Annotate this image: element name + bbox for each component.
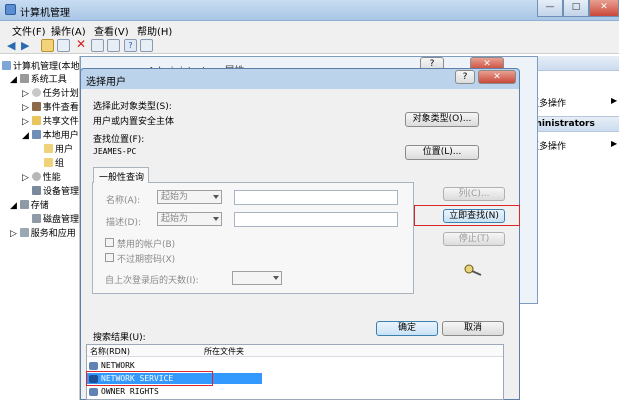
disabled-accounts-checkbox[interactable] xyxy=(105,238,114,247)
tree-item-users[interactable]: 用户 xyxy=(44,142,73,155)
dialog-close-button[interactable]: ✕ xyxy=(478,70,516,84)
tab-common-queries[interactable]: 一般性查询 xyxy=(93,167,149,183)
event-viewer-icon xyxy=(31,102,41,111)
tree-item-groups[interactable]: 组 xyxy=(44,156,64,169)
name-combo[interactable]: 起始为 xyxy=(157,190,222,204)
back-arrow-icon[interactable]: ◀ xyxy=(7,39,15,52)
days-since-logon-label: 自上次登录后的天数(I): xyxy=(105,276,199,286)
column-name-rdn[interactable]: 名称(RDN) xyxy=(90,346,130,357)
tree-item-shared-folders[interactable]: ▷ 共享文件 xyxy=(22,114,79,127)
tree-item-performance[interactable]: ▷ 性能 xyxy=(22,170,61,183)
locations-button[interactable]: 位置(L)... xyxy=(405,145,479,160)
no-expire-checkbox[interactable] xyxy=(105,253,114,262)
description-combo[interactable]: 起始为 xyxy=(157,212,222,226)
help-icon[interactable]: ? xyxy=(124,39,137,52)
console-tree-icon[interactable] xyxy=(57,39,70,52)
app-icon xyxy=(5,4,16,15)
tree-root[interactable]: 计算机管理(本地) xyxy=(2,59,83,72)
description-combo-value: 起始为 xyxy=(161,214,189,224)
menubar xyxy=(0,21,619,36)
tree-item-services[interactable]: ▷ 服务和应用 xyxy=(10,226,76,239)
search-glass-icon xyxy=(463,264,483,276)
days-since-logon-combo[interactable] xyxy=(232,271,282,285)
device-manager-icon xyxy=(32,186,41,195)
group-icon xyxy=(89,362,98,370)
description-input[interactable] xyxy=(234,212,398,227)
columns-button[interactable]: 列(C)... xyxy=(443,187,505,201)
tree-item-device-manager[interactable]: 设备管理 xyxy=(32,184,79,197)
users-icon xyxy=(31,130,41,139)
ok-button[interactable]: 确定 xyxy=(376,321,438,336)
name-combo-value: 起始为 xyxy=(161,192,189,202)
delete-icon[interactable]: ✕ xyxy=(76,37,86,51)
services-icon xyxy=(19,228,29,237)
dialog-title: 选择用户 xyxy=(86,77,126,88)
object-types-button[interactable]: 对象类型(O)... xyxy=(405,112,479,127)
column-folder[interactable]: 所在文件夹 xyxy=(204,346,244,357)
properties-icon[interactable] xyxy=(91,39,104,52)
chevron-down-icon xyxy=(213,195,219,199)
location-value: JEAMES-PC xyxy=(93,147,137,156)
chevron-right-icon: ▶ xyxy=(611,96,618,105)
results-header xyxy=(87,345,503,357)
chevron-down-icon xyxy=(213,217,219,221)
tools-icon xyxy=(19,74,29,83)
folder-icon xyxy=(44,144,53,153)
tree-item-disk-management[interactable]: 磁盘管理 xyxy=(32,212,79,225)
description-label: 描述(D): xyxy=(106,218,141,228)
result-name: NETWORK xyxy=(101,361,135,370)
find-now-highlight xyxy=(414,205,520,226)
no-expire-label: 不过期密码(X) xyxy=(117,255,176,265)
tree-item-event-viewer[interactable]: ▷ 事件查看 xyxy=(22,100,79,113)
storage-icon xyxy=(19,200,29,209)
object-type-label: 选择此对象类型(S): xyxy=(93,102,172,112)
folder-icon xyxy=(44,158,53,167)
window-title: 计算机管理 xyxy=(20,8,70,19)
results-label: 搜索结果(U): xyxy=(93,333,146,343)
forward-arrow-icon[interactable]: ▶ xyxy=(21,39,29,52)
group-icon xyxy=(89,388,98,396)
maximize-button[interactable]: □ xyxy=(563,0,589,17)
location-label: 查找位置(F): xyxy=(93,135,145,145)
result-name: OWNER RIGHTS xyxy=(101,387,159,396)
stop-button[interactable]: 停止(T) xyxy=(443,232,505,246)
show-hide-icon[interactable] xyxy=(140,39,153,52)
minimize-button[interactable]: — xyxy=(537,0,563,17)
main-titlebar xyxy=(0,0,619,21)
tree-item-system-tools[interactable]: ◢ 系统工具 xyxy=(10,72,67,85)
selected-row-highlight xyxy=(86,371,213,386)
folder-up-icon[interactable] xyxy=(41,39,54,52)
name-input[interactable] xyxy=(234,190,398,205)
chevron-down-icon xyxy=(273,276,279,280)
name-label: 名称(A): xyxy=(106,196,141,206)
disabled-accounts-label: 禁用的帐户(B) xyxy=(117,240,176,250)
export-icon[interactable] xyxy=(107,39,120,52)
shared-folder-icon xyxy=(31,116,41,125)
close-button[interactable]: ✕ xyxy=(589,0,619,17)
computer-icon xyxy=(2,61,11,70)
tree-item-local-users[interactable]: ◢ 本地用户 xyxy=(22,128,79,141)
chevron-right-icon: ▶ xyxy=(611,139,618,148)
object-type-value: 用户或内置安全主体 xyxy=(93,117,175,127)
tree-item-storage[interactable]: ◢ 存储 xyxy=(10,198,49,211)
performance-icon xyxy=(31,172,41,181)
clock-icon xyxy=(31,88,41,97)
disk-icon xyxy=(32,214,41,223)
dialog-help-button[interactable]: ? xyxy=(455,70,475,84)
tree-item-task-scheduler[interactable]: ▷ 任务计划 xyxy=(22,86,79,99)
cancel-button[interactable]: 取消 xyxy=(442,321,504,336)
